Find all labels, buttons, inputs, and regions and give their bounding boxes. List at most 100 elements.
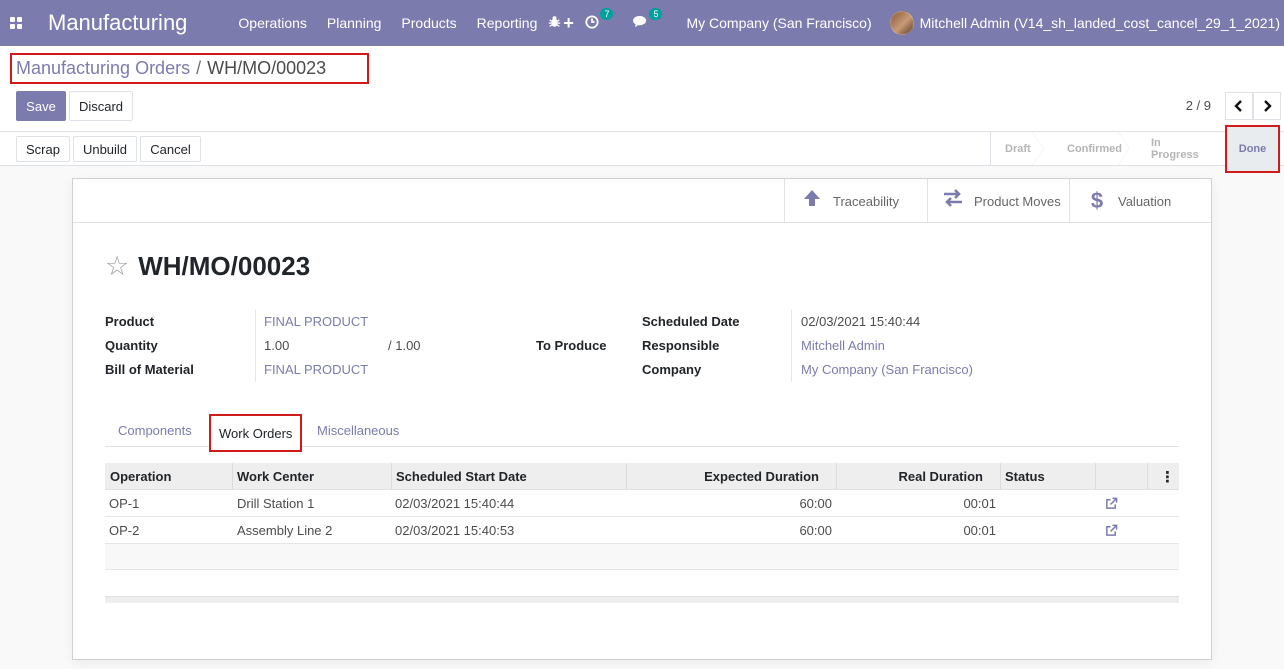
right-group-divider [791, 310, 792, 382]
scheduled-date-label: Scheduled Date [642, 314, 740, 329]
column-expected-duration[interactable]: Expected Duration [704, 463, 819, 490]
breadcrumb: Manufacturing Orders / WH/MO/00023 [10, 53, 369, 84]
smart-button-box: Traceability Product Moves $ Valuation [73, 179, 1211, 223]
menu-products[interactable]: Products [391, 15, 466, 31]
traceability-label: Traceability [833, 193, 899, 209]
optional-columns-kebab-icon[interactable]: ⋮ [1160, 463, 1175, 490]
row-real-duration: 00:01 [963, 496, 996, 511]
column-separator [1095, 463, 1096, 490]
top-navbar: Manufacturing Operations Planning Produc… [0, 0, 1284, 46]
table-row[interactable]: OP-1 Drill Station 1 02/03/2021 15:40:44… [105, 490, 1179, 517]
row-expected-duration: 60:00 [799, 496, 832, 511]
menu-planning[interactable]: Planning [317, 15, 392, 31]
chevron-right-icon [1264, 100, 1272, 112]
stage-done-current[interactable]: Done [1225, 125, 1280, 173]
activity-count-badge: 7 [600, 7, 614, 20]
menu-reporting[interactable]: Reporting [467, 15, 548, 31]
app-name[interactable]: Manufacturing [48, 10, 187, 36]
form-sheet: Traceability Product Moves $ Valuation ☆… [72, 178, 1212, 660]
table-footer [105, 596, 1179, 603]
product-field[interactable]: FINAL PRODUCT [264, 314, 368, 329]
chevron-left-icon [1234, 100, 1242, 112]
to-produce-label: To Produce [536, 338, 607, 353]
empty-table-row [105, 544, 1179, 570]
traceability-button[interactable]: Traceability [784, 179, 928, 223]
tab-work-orders[interactable]: Work Orders [209, 414, 303, 452]
cancel-button[interactable]: Cancel [140, 136, 201, 162]
row-operation: OP-2 [109, 523, 140, 538]
stage-in-progress[interactable]: In Progress [1129, 132, 1229, 165]
stage-confirmed[interactable]: Confirmed [1043, 132, 1130, 165]
row-real-duration: 00:01 [963, 523, 996, 538]
column-status[interactable]: Status [1005, 463, 1045, 490]
valuation-button[interactable]: $ Valuation [1069, 179, 1211, 223]
column-real-duration[interactable]: Real Duration [898, 463, 983, 490]
record-title: WH/MO/00023 [138, 251, 311, 281]
pager-value[interactable]: 2 / 9 [1186, 98, 1211, 113]
company-label: Company [642, 362, 702, 377]
tab-components[interactable]: Components [118, 414, 192, 447]
row-work-center: Drill Station 1 [237, 496, 315, 511]
table-header: Operation Work Center Scheduled Start Da… [105, 463, 1179, 490]
record-title-row: ☆ WH/MO/00023 [105, 251, 310, 282]
save-button[interactable]: Save [16, 91, 66, 121]
breadcrumb-current: WH/MO/00023 [207, 58, 327, 78]
debug-bug-icon[interactable] [548, 15, 561, 31]
table-row[interactable]: OP-2 Assembly Line 2 02/03/2021 15:40:53… [105, 517, 1179, 544]
scrap-button[interactable]: Scrap [16, 136, 70, 162]
tab-miscellaneous[interactable]: Miscellaneous [317, 414, 399, 447]
user-avatar [889, 11, 914, 35]
quantity-total: / 1.00 [388, 338, 421, 353]
external-link-icon[interactable] [1105, 517, 1118, 544]
responsible-field[interactable]: Mitchell Admin [801, 338, 885, 353]
stage-draft[interactable]: Draft [991, 132, 1044, 165]
message-count-badge: 5 [649, 8, 663, 20]
pager-previous-button[interactable] [1225, 92, 1253, 120]
valuation-label: Valuation [1118, 193, 1172, 209]
control-panel: Manufacturing Orders / WH/MO/00023 Save … [0, 46, 1284, 132]
column-work-center[interactable]: Work Center [237, 463, 314, 490]
row-start-date: 02/03/2021 15:40:53 [395, 523, 515, 538]
breadcrumb-separator: / [196, 58, 202, 78]
product-moves-button[interactable]: Product Moves [927, 179, 1070, 223]
unbuild-button[interactable]: Unbuild [73, 136, 137, 162]
column-scheduled-start-date[interactable]: Scheduled Start Date [396, 463, 527, 490]
column-separator [1000, 463, 1001, 490]
column-separator [1147, 463, 1148, 490]
quantity-label: Quantity [105, 338, 158, 353]
product-moves-label: Product Moves [974, 193, 1061, 209]
column-separator [836, 463, 837, 490]
column-separator [232, 463, 233, 490]
quantity-field[interactable]: 1.00 [264, 338, 289, 353]
menu-operations[interactable]: Operations [228, 15, 316, 31]
column-separator [626, 463, 627, 490]
column-operation[interactable]: Operation [110, 463, 171, 490]
bom-label: Bill of Material [105, 362, 194, 377]
row-start-date: 02/03/2021 15:40:44 [395, 496, 515, 511]
priority-star-icon[interactable]: ☆ [105, 251, 129, 282]
product-label: Product [105, 314, 155, 329]
company-switcher[interactable]: My Company (San Francisco) [686, 15, 871, 31]
company-field[interactable]: My Company (San Francisco) [801, 362, 973, 377]
scheduled-date-field[interactable]: 02/03/2021 15:40:44 [801, 314, 920, 329]
notebook-tabs: Components Work Orders Miscellaneous [105, 414, 1179, 452]
external-link-icon[interactable] [1105, 490, 1118, 517]
left-group-divider [255, 310, 256, 382]
user-name: Mitchell Admin (V14_sh_landed_cost_cance… [919, 15, 1280, 31]
apps-menu-icon[interactable] [0, 0, 32, 46]
user-menu[interactable]: Mitchell Admin (V14_sh_landed_cost_cance… [889, 11, 1280, 35]
dollar-icon: $ [1090, 188, 1104, 213]
pager-next-button[interactable] [1253, 92, 1281, 120]
discard-button[interactable]: Discard [69, 91, 133, 121]
responsible-label: Responsible [642, 338, 720, 353]
exchange-arrows-icon [942, 189, 964, 213]
navbar-systray: 7 5 My Company (San Francisco) Mitchell … [538, 0, 1284, 46]
bom-field[interactable]: FINAL PRODUCT [264, 362, 368, 377]
arrow-up-icon [801, 188, 823, 214]
column-separator [391, 463, 392, 490]
breadcrumb-parent-link[interactable]: Manufacturing Orders [16, 58, 190, 79]
activity-clock-icon[interactable]: 7 [585, 7, 614, 32]
main-menu: Operations Planning Products Reporting + [228, 13, 583, 34]
messages-chat-icon[interactable]: 5 [633, 8, 663, 31]
row-operation: OP-1 [109, 496, 140, 511]
